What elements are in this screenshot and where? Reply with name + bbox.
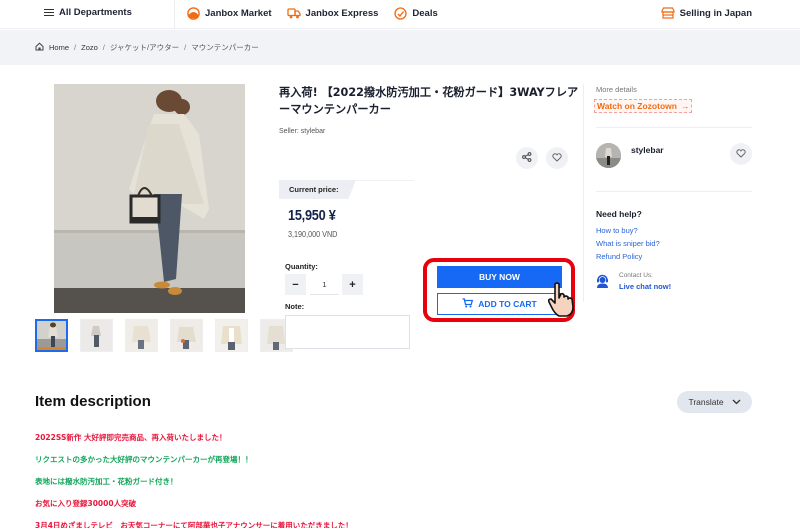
- description-line: リクエストの多かった大好評のマウンテンパーカーが再登場！！: [35, 455, 253, 464]
- note-label: Note:: [285, 302, 305, 311]
- nav-janbox-market-label: Janbox Market: [205, 7, 272, 19]
- refund-policy-link[interactable]: Refund Policy: [596, 252, 642, 261]
- storefront-icon: [661, 6, 675, 20]
- more-details-label: More details: [596, 85, 637, 94]
- breadcrumb-zozo[interactable]: Zozo: [81, 43, 98, 52]
- breadcrumb-separator: /: [184, 43, 187, 52]
- nav-divider: [174, 0, 175, 29]
- breadcrumb: Home / Zozo / ジャケット/アウター / マウンテンパーカー: [35, 42, 259, 53]
- nav-janbox-market[interactable]: Janbox Market: [186, 6, 272, 20]
- breadcrumb-band: Home / Zozo / ジャケット/アウター / マウンテンパーカー: [0, 30, 800, 65]
- price-vnd: 3,190,000 VND: [288, 229, 338, 239]
- chevron-down-icon: [732, 397, 741, 407]
- note-textarea[interactable]: [285, 315, 410, 349]
- quantity-input[interactable]: [310, 274, 339, 295]
- divider: [596, 127, 752, 128]
- seller-label: Seller: stylebar: [279, 128, 326, 135]
- nav-janbox-express-label: Janbox Express: [305, 7, 379, 19]
- watch-on-zozotown-link[interactable]: Watch on Zozotown →: [594, 99, 693, 113]
- contact-us-label: Contact Us:: [619, 272, 653, 279]
- watch-on-zozotown-label: Watch on Zozotown: [597, 101, 677, 111]
- product-title: 再入荷! 【2022撥水防汚加工・花粉ガード】3WAYフレアーマウンテンパーカー: [279, 86, 579, 116]
- description-line: 2022SS新作 大好評即完売商品、再入荷いたしました！: [35, 433, 227, 442]
- buy-now-button[interactable]: BUY NOW: [437, 266, 562, 288]
- description-line: お気に入り登録30000人突破: [35, 499, 137, 508]
- arrow-right-icon: →: [680, 101, 690, 111]
- quantity-increase-button[interactable]: +: [342, 274, 363, 295]
- current-price-label: Current price:: [289, 185, 339, 194]
- follow-seller-button[interactable]: [730, 143, 752, 165]
- breadcrumb-current: マウンテンパーカー: [191, 43, 259, 52]
- thumbnail[interactable]: [170, 319, 203, 352]
- selling-in-japan-label: Selling in Japan: [679, 7, 752, 19]
- divider: [596, 191, 752, 192]
- translate-label: Translate: [688, 397, 724, 407]
- thumbnail[interactable]: [35, 319, 68, 352]
- selling-in-japan-link[interactable]: Selling in Japan: [661, 6, 752, 20]
- nav-deals-label: Deals: [412, 7, 438, 19]
- deals-tag-icon: [393, 6, 407, 20]
- nav-deals[interactable]: Deals: [393, 6, 438, 20]
- sniper-bid-link[interactable]: What is sniper bid?: [596, 239, 660, 248]
- home-icon: [35, 42, 44, 53]
- share-button[interactable]: [516, 147, 538, 169]
- thumbnail[interactable]: [215, 319, 248, 352]
- breadcrumb-category[interactable]: ジャケット/アウター: [110, 42, 179, 53]
- share-icon: [522, 149, 532, 167]
- heart-icon: [736, 145, 746, 163]
- all-departments-menu[interactable]: All Departments: [44, 7, 132, 18]
- support-agent-icon: [596, 273, 609, 288]
- thumbnail[interactable]: [80, 319, 113, 352]
- breadcrumb-separator: /: [102, 43, 105, 52]
- breadcrumb-separator: /: [74, 43, 77, 52]
- hamburger-icon: [44, 8, 54, 17]
- nav-janbox-express[interactable]: Janbox Express: [286, 6, 379, 20]
- seller-name[interactable]: stylebar: [631, 145, 664, 155]
- product-main-image[interactable]: [54, 84, 245, 313]
- quantity-decrease-button[interactable]: −: [285, 274, 306, 295]
- delivery-truck-icon: [286, 6, 301, 20]
- how-to-buy-link[interactable]: How to buy?: [596, 226, 638, 235]
- item-description-heading: Item description: [35, 393, 151, 410]
- quantity-label: Quantity:: [285, 262, 318, 271]
- pointing-hand-cursor-icon: [547, 281, 579, 319]
- add-to-cart-label: ADD TO CART: [478, 299, 537, 309]
- all-departments-label: All Departments: [59, 7, 132, 18]
- translate-dropdown[interactable]: Translate: [677, 391, 752, 413]
- cart-icon: [462, 298, 474, 310]
- thumbnail-strip: [35, 319, 293, 352]
- market-dome-icon: [186, 6, 200, 20]
- price-yen: 15,950 ¥: [288, 207, 336, 224]
- sidebar-divider: [583, 84, 584, 302]
- seller-avatar[interactable]: [596, 143, 621, 168]
- add-to-cart-button[interactable]: ADD TO CART: [437, 293, 562, 315]
- description-line: 表地には撥水防汚加工・花粉ガード付き！: [35, 477, 178, 486]
- need-help-heading: Need help?: [596, 209, 642, 219]
- live-chat-link[interactable]: Live chat now!: [619, 282, 671, 291]
- thumbnail[interactable]: [125, 319, 158, 352]
- favorite-button[interactable]: [546, 147, 568, 169]
- breadcrumb-home[interactable]: Home: [49, 43, 69, 52]
- top-navigation: All Departments Janbox Market Janbox Exp…: [0, 0, 800, 29]
- description-line: 3月4日めざましテレビ お天気コーナーにて阿部華也子アナウンサーに着用いただきま…: [35, 521, 353, 528]
- heart-icon: [552, 149, 562, 167]
- current-price-tag: Current price:: [279, 180, 414, 199]
